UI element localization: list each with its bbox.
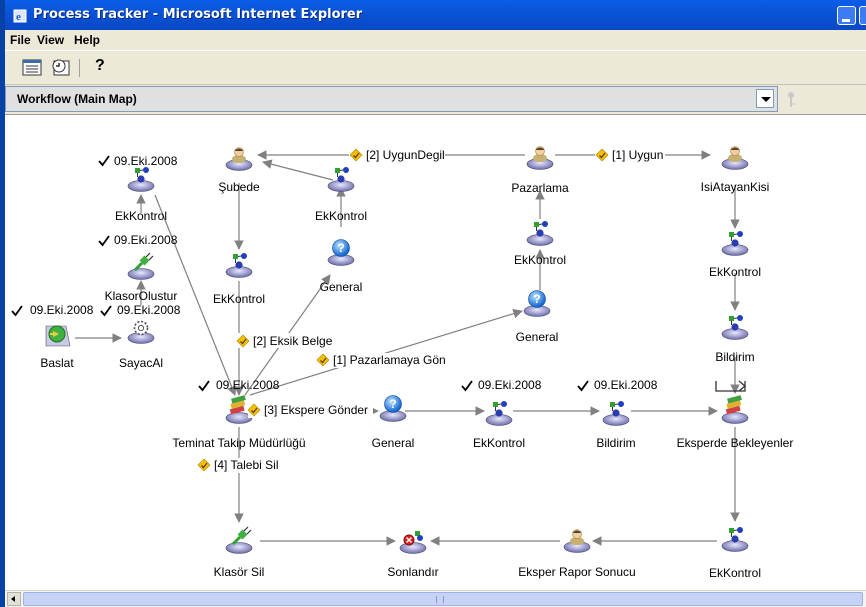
svg-text:09.Eki.2008: 09.Eki.2008 <box>114 233 178 247</box>
workflow-bar: Workflow (Main Map) <box>5 86 866 114</box>
svg-text:EkKontrol: EkKontrol <box>115 209 167 223</box>
svg-text:09.Eki.2008: 09.Eki.2008 <box>30 303 94 317</box>
toolbar: ? <box>5 50 866 85</box>
svg-text:09.Eki.2008: 09.Eki.2008 <box>594 378 658 392</box>
transition-uygundegil[interactable]: [2] UygunDegil <box>349 147 445 162</box>
refresh-icon[interactable] <box>50 57 72 79</box>
toolbar-separator <box>79 59 80 77</box>
svg-text:Bildirim: Bildirim <box>715 350 754 364</box>
chevron-down-icon[interactable] <box>756 89 774 108</box>
svg-text:Şubede: Şubede <box>218 180 260 194</box>
completion-date: 09.Eki.2008 <box>198 378 280 392</box>
svg-text:SayacAl: SayacAl <box>119 356 163 370</box>
minimize-button[interactable] <box>837 6 856 25</box>
node-ekkontrol[interactable]: EkKontrol <box>709 231 761 279</box>
list-view-icon[interactable] <box>21 57 43 79</box>
svg-text:EkKontrol: EkKontrol <box>315 209 367 223</box>
svg-text:Teminat Takip Müdürlüğü: Teminat Takip Müdürlüğü <box>172 436 305 450</box>
svg-text:[2] Eksik Belge: [2] Eksik Belge <box>253 334 333 348</box>
svg-text:Klasör Sil: Klasör Sil <box>214 565 265 579</box>
pin-icon[interactable] <box>785 90 797 110</box>
node-pazarlama[interactable]: Pazarlama <box>511 147 569 196</box>
node-general[interactable]: General <box>320 240 363 295</box>
node-subede[interactable]: Şubede <box>218 148 260 195</box>
svg-text:[1] Pazarlamaya Gön: [1] Pazarlamaya Gön <box>333 353 446 367</box>
transition-ekspere-gonder[interactable]: [3] Ekspere Gönder <box>247 403 373 418</box>
completion-date: 09.Eki.2008 <box>100 303 181 317</box>
svg-text:EkKontrol: EkKontrol <box>213 292 265 306</box>
completion-date: 09.Eki.2008 <box>11 303 94 317</box>
svg-text:EkKontrol: EkKontrol <box>473 436 525 450</box>
svg-text:09.Eki.2008: 09.Eki.2008 <box>117 303 181 317</box>
completion-date: 09.Eki.2008 <box>577 378 658 392</box>
svg-text:EkKontrol: EkKontrol <box>709 265 761 279</box>
svg-text:General: General <box>320 280 363 294</box>
node-baslat[interactable]: Baslat <box>40 325 74 370</box>
ie-logo-icon: e <box>13 9 27 23</box>
node-eksperde-bekleyenler[interactable]: Eksperde Bekleyenler <box>677 380 794 450</box>
edge <box>75 150 740 546</box>
workflow-canvas[interactable]: ? <box>5 114 866 590</box>
horizontal-scrollbar[interactable] <box>5 590 866 607</box>
svg-text:[4] Talebi Sil: [4] Talebi Sil <box>214 458 278 472</box>
node-eksper-rapor[interactable]: Eksper Rapor Sonucu <box>518 530 636 580</box>
browser-window: e Process Tracker - Microsoft Internet E… <box>0 0 866 607</box>
transition-eksik-belge[interactable]: [2] Eksik Belge <box>234 333 334 348</box>
node-ekkontrol[interactable]: EkKontrol <box>213 253 265 306</box>
node-ekkontrol[interactable]: EkKontrol <box>473 401 525 450</box>
completion-date: 09.Eki.2008 <box>98 154 178 168</box>
svg-text:EkKontrol: EkKontrol <box>514 253 566 267</box>
svg-text:Pazarlama: Pazarlama <box>511 181 569 195</box>
svg-text:Eksper Rapor Sonucu: Eksper Rapor Sonucu <box>518 565 635 579</box>
svg-text:[3] Ekspere Gönder: [3] Ekspere Gönder <box>264 403 368 417</box>
svg-text:Bildirim: Bildirim <box>596 436 635 450</box>
svg-text:Sonlandır: Sonlandır <box>387 565 438 579</box>
svg-text:09.Eki.2008: 09.Eki.2008 <box>478 378 542 392</box>
svg-text:09.Eki.2008: 09.Eki.2008 <box>216 378 280 392</box>
help-button[interactable]: ? <box>95 57 105 75</box>
svg-text:Baslat: Baslat <box>40 356 74 370</box>
scroll-left-button[interactable] <box>7 592 21 606</box>
svg-text:Eksperde Bekleyenler: Eksperde Bekleyenler <box>677 436 794 450</box>
workflow-selector[interactable]: Workflow (Main Map) <box>5 86 778 112</box>
node-isiatayankisi[interactable]: IsiAtayanKisi <box>701 147 770 195</box>
scroll-thumb[interactable] <box>23 592 863 606</box>
window-title: Process Tracker - Microsoft Internet Exp… <box>33 7 363 22</box>
node-klasor-olustur[interactable]: KlasorOlustur <box>105 253 178 303</box>
node-ekkontrol[interactable]: EkKontrol <box>709 527 761 580</box>
node-sonlandir[interactable]: Sonlandır <box>387 531 439 579</box>
svg-text:General: General <box>516 330 559 344</box>
svg-text:09.Eki.2008: 09.Eki.2008 <box>114 154 178 168</box>
svg-text:IsiAtayanKisi: IsiAtayanKisi <box>701 180 770 194</box>
transition-pazarlamaya-gon[interactable]: [1] Pazarlamaya Gön <box>315 353 447 368</box>
svg-text:KlasorOlustur: KlasorOlustur <box>105 289 178 303</box>
completion-date: 09.Eki.2008 <box>98 233 178 247</box>
node-sayacal[interactable]: SayacAl <box>119 322 163 371</box>
node-ekkontrol[interactable]: EkKontrol <box>514 221 566 267</box>
node-bildirim[interactable]: Bildirim <box>596 401 636 450</box>
svg-text:General: General <box>372 436 415 450</box>
svg-text:[1] Uygun: [1] Uygun <box>612 148 663 162</box>
svg-text:[2] UygunDegil: [2] UygunDegil <box>366 148 445 162</box>
node-general[interactable]: General <box>372 396 415 451</box>
maximize-button[interactable] <box>859 6 866 25</box>
menu-help[interactable]: Help <box>74 33 100 47</box>
title-bar[interactable]: e Process Tracker - Microsoft Internet E… <box>5 0 866 30</box>
svg-text:EkKontrol: EkKontrol <box>709 566 761 580</box>
transition-talebi-sil[interactable]: [4] Talebi Sil <box>197 458 278 473</box>
menu-bar: File View Help <box>5 30 866 50</box>
menu-view[interactable]: View <box>37 33 64 47</box>
node-klasor-sil[interactable]: Klasör Sil <box>214 527 265 579</box>
svg-text:e: e <box>16 11 21 23</box>
node-general[interactable]: General <box>516 291 559 345</box>
completion-date: 09.Eki.2008 <box>461 378 542 392</box>
node-bildirim[interactable]: Bildirim <box>715 315 755 364</box>
menu-file[interactable]: File <box>10 33 31 47</box>
transition-uygun[interactable]: [1] Uygun <box>595 147 665 162</box>
